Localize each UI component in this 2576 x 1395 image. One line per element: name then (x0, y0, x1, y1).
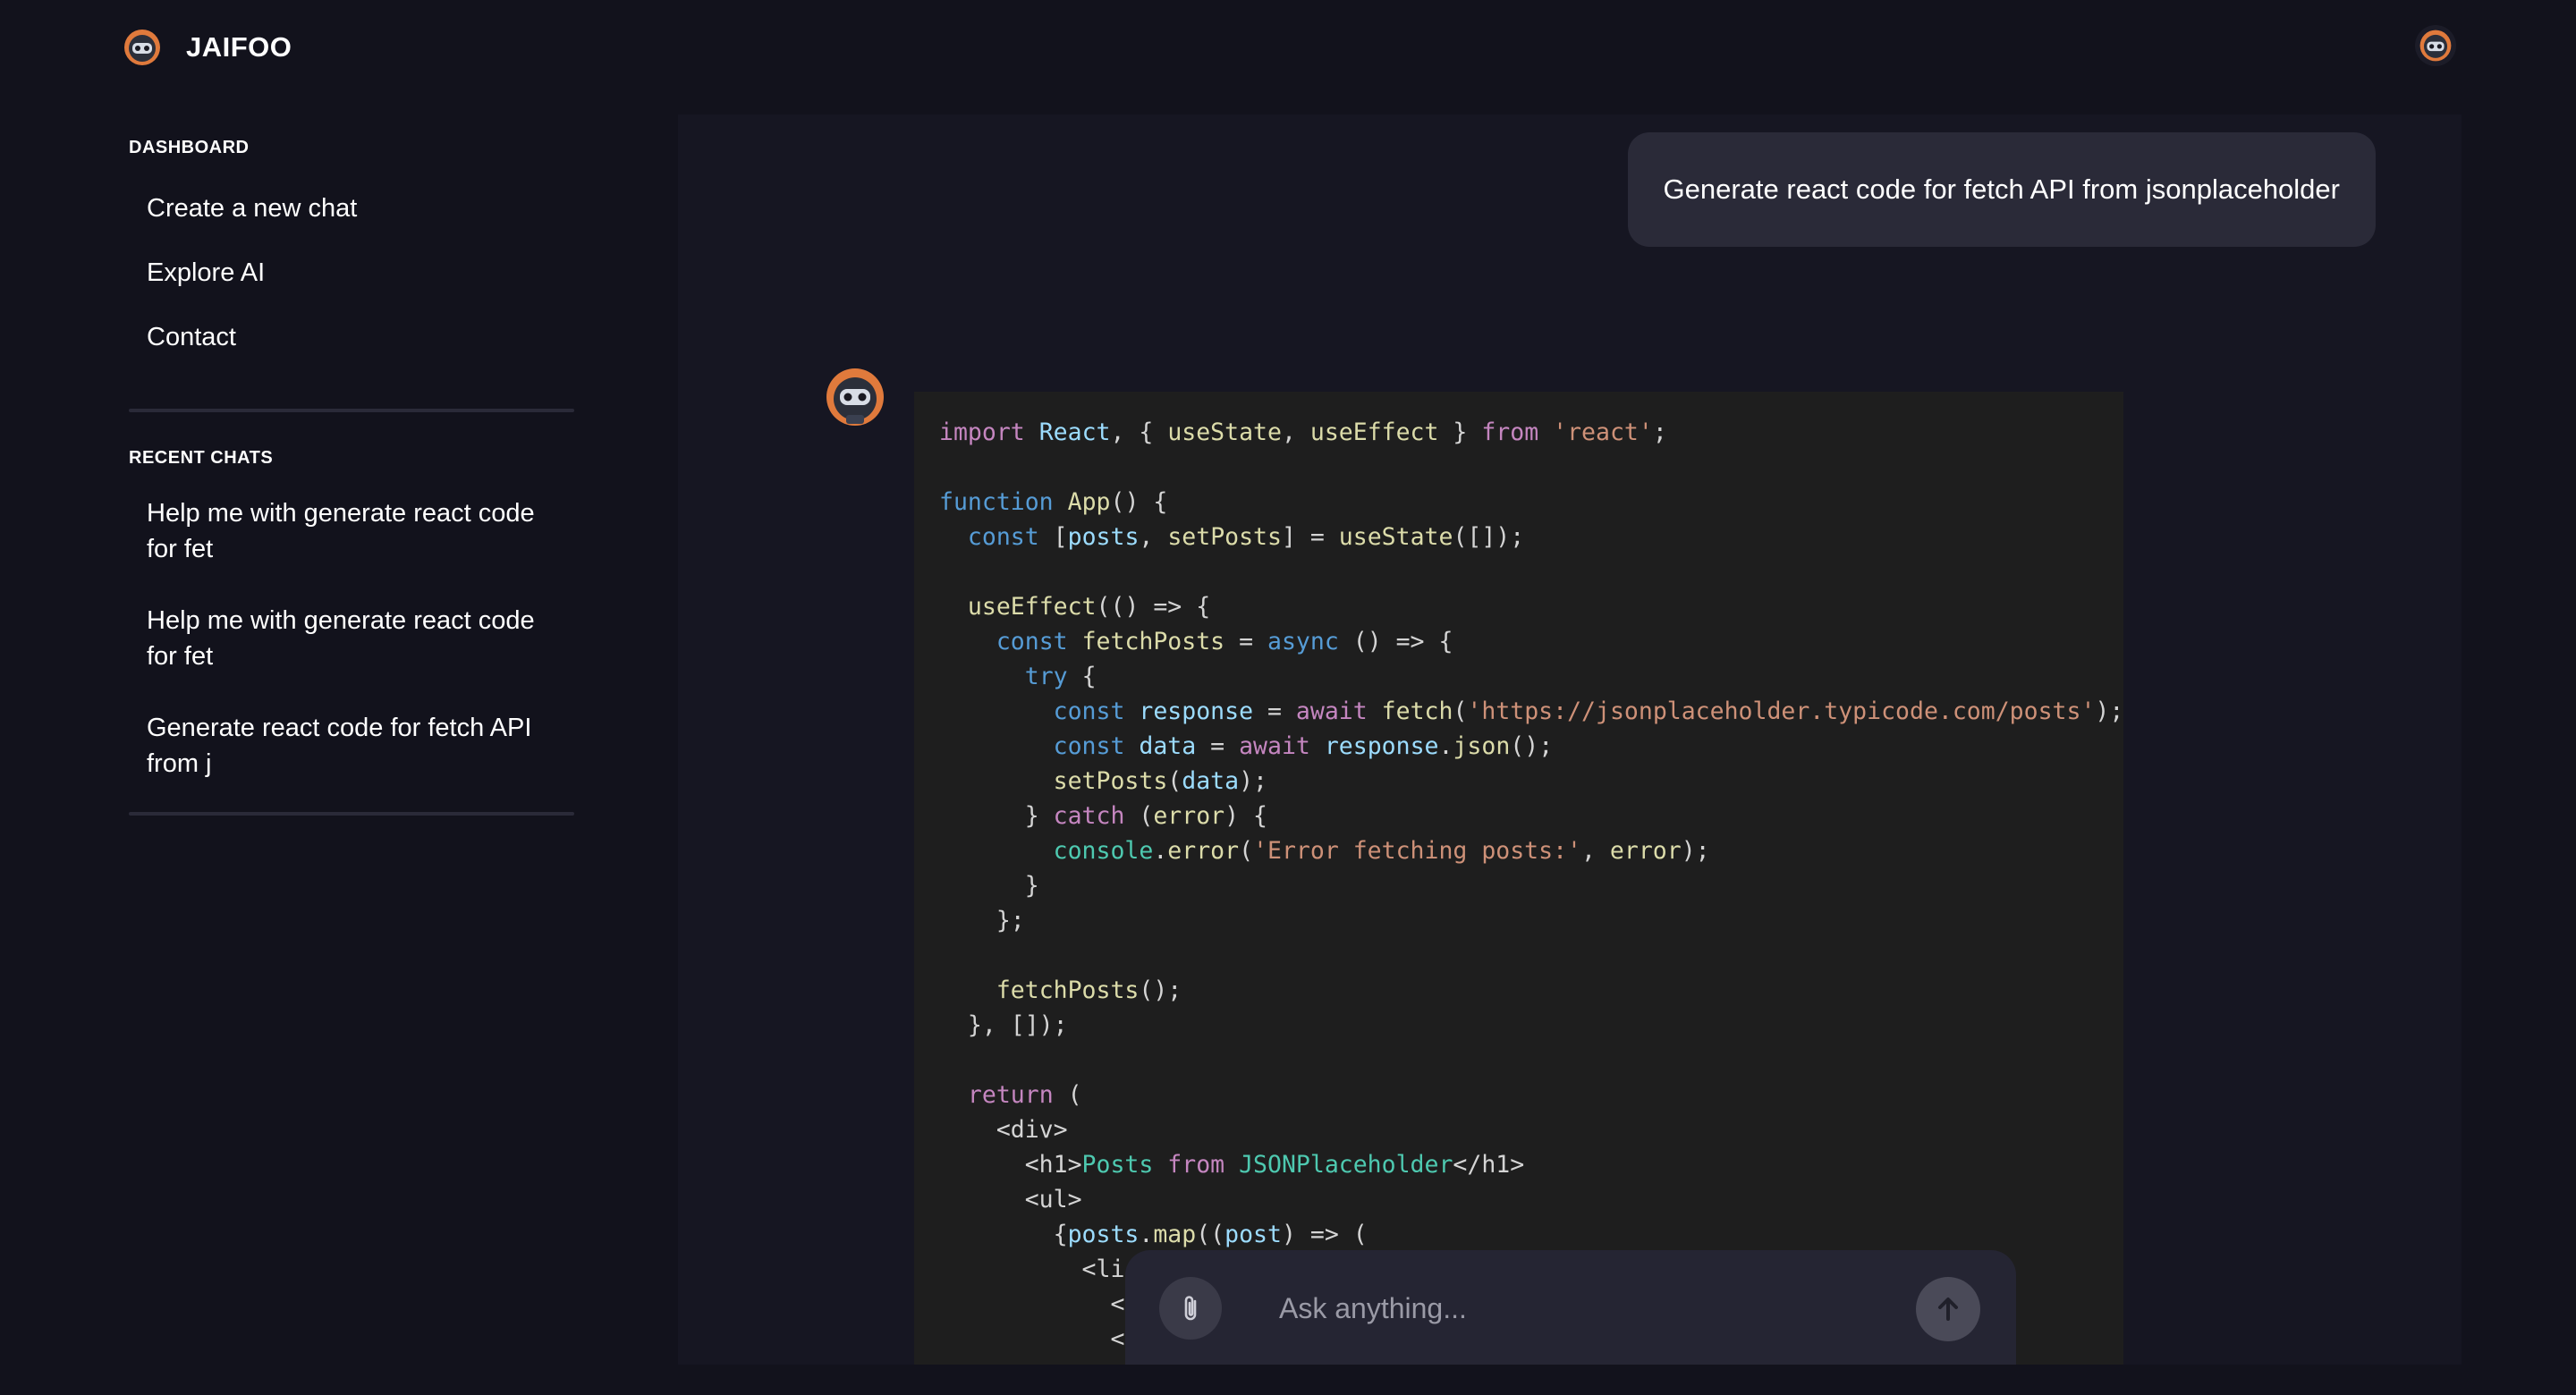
brand-name: JAIFOO (186, 31, 292, 63)
user-message-text: Generate react code for fetch API from j… (1663, 173, 2340, 205)
sidebar: DASHBOARD Create a new chat Explore AI C… (129, 116, 574, 851)
recent-chat-item[interactable]: Help me with generate react code for fet (129, 486, 574, 576)
send-button[interactable] (1916, 1277, 1980, 1341)
sidebar-item-explore-ai[interactable]: Explore AI (129, 241, 574, 305)
brand[interactable]: JAIFOO (122, 27, 292, 68)
dashboard-section-title: DASHBOARD (129, 138, 250, 157)
paperclip-icon (1184, 1296, 1197, 1321)
robot-mascot-icon (823, 365, 887, 429)
composer (1125, 1250, 2016, 1365)
robot-mascot-icon (122, 27, 163, 68)
user-message-bubble: Generate react code for fetch API from j… (1627, 132, 2376, 247)
sidebar-item-contact[interactable]: Contact (129, 305, 574, 369)
recent-chat-item[interactable]: Generate react code for fetch API from j (129, 701, 574, 790)
sidebar-divider (129, 812, 574, 816)
sidebar-divider (129, 409, 574, 412)
chat-panel: Generate react code for fetch API from j… (678, 114, 2462, 1365)
recent-chats-section-title: RECENT CHATS (129, 448, 274, 468)
user-avatar[interactable] (2415, 25, 2456, 66)
arrow-up-icon (1938, 1298, 1958, 1321)
attach-button[interactable] (1159, 1277, 1222, 1340)
code-block[interactable]: import React, { useState, useEffect } fr… (914, 392, 2123, 1365)
ask-input[interactable] (1277, 1277, 1859, 1340)
top-header: JAIFOO (0, 0, 2576, 98)
sidebar-item-create-chat[interactable]: Create a new chat (129, 176, 574, 241)
robot-mascot-icon (2419, 30, 2452, 62)
recent-chat-item[interactable]: Help me with generate react code for fet (129, 594, 574, 683)
code-content: import React, { useState, useEffect } fr… (939, 418, 2123, 1365)
